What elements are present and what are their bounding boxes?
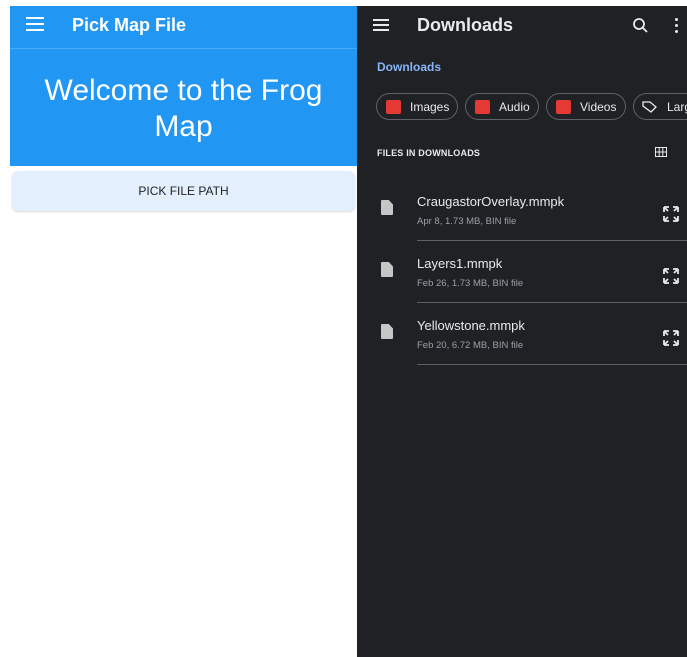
menu-icon[interactable] — [26, 17, 44, 35]
chip-large[interactable]: Larg — [633, 93, 687, 120]
welcome-line-2: Map — [154, 110, 213, 143]
screen: Pick Map File Welcome to the Frog Map PI… — [0, 0, 687, 657]
chip-label: Videos — [580, 100, 617, 114]
more-vert-icon[interactable] — [675, 18, 679, 34]
picker-toolbar: Downloads — [357, 6, 687, 46]
pick-file-path-button[interactable]: PICK FILE PATH — [12, 171, 355, 211]
file-icon — [381, 324, 393, 339]
file-row[interactable]: Layers1.mmpk Feb 26, 1.73 MB, BIN file — [357, 244, 687, 306]
file-name: Yellowstone.mmpk — [417, 318, 525, 333]
app-bar: Pick Map File — [10, 6, 357, 48]
welcome-line-1: Welcome to the Frog — [44, 74, 323, 107]
welcome-banner: Welcome to the Frog Map — [10, 48, 357, 166]
frog-map-app: Pick Map File Welcome to the Frog Map PI… — [10, 6, 357, 657]
breadcrumb[interactable]: Downloads — [377, 60, 441, 74]
file-icon — [381, 262, 393, 277]
menu-icon[interactable] — [373, 19, 389, 33]
app-title: Pick Map File — [72, 15, 187, 35]
file-meta: Feb 20, 6.72 MB, BIN file — [417, 340, 524, 351]
tag-icon — [642, 101, 657, 113]
filter-chips: Images Audio Videos Larg — [376, 93, 687, 121]
movie-icon — [556, 100, 571, 114]
file-row[interactable]: Yellowstone.mmpk Feb 20, 6.72 MB, BIN fi… — [357, 306, 687, 368]
chip-images[interactable]: Images — [376, 93, 458, 120]
file-meta: Apr 8, 1.73 MB, BIN file — [417, 216, 517, 227]
file-meta: Feb 26, 1.73 MB, BIN file — [417, 278, 524, 289]
grid-view-icon[interactable] — [655, 147, 667, 157]
expand-icon[interactable] — [661, 204, 681, 224]
file-icon — [381, 200, 393, 215]
file-name: Layers1.mmpk — [417, 256, 503, 271]
section-header: FILES IN DOWNLOADS — [377, 148, 481, 158]
row-divider — [417, 364, 687, 365]
file-picker: Downloads Downloads Images Audio Videos — [357, 6, 687, 657]
welcome-heading: Welcome to the Frog Map — [10, 73, 357, 145]
row-divider — [417, 240, 687, 241]
chip-audio[interactable]: Audio — [465, 93, 539, 120]
expand-icon[interactable] — [661, 328, 681, 348]
search-icon[interactable] — [631, 16, 651, 36]
headphones-icon — [475, 100, 490, 114]
image-icon — [386, 100, 401, 114]
row-divider — [417, 302, 687, 303]
file-row[interactable]: CraugastorOverlay.mmpk Apr 8, 1.73 MB, B… — [357, 182, 687, 244]
chip-videos[interactable]: Videos — [546, 93, 626, 120]
picker-title: Downloads — [417, 15, 514, 35]
chip-label: Images — [410, 100, 450, 114]
expand-icon[interactable] — [661, 266, 681, 286]
chip-label: Audio — [499, 100, 530, 114]
file-name: CraugastorOverlay.mmpk — [417, 194, 565, 209]
chip-label: Larg — [667, 100, 687, 114]
